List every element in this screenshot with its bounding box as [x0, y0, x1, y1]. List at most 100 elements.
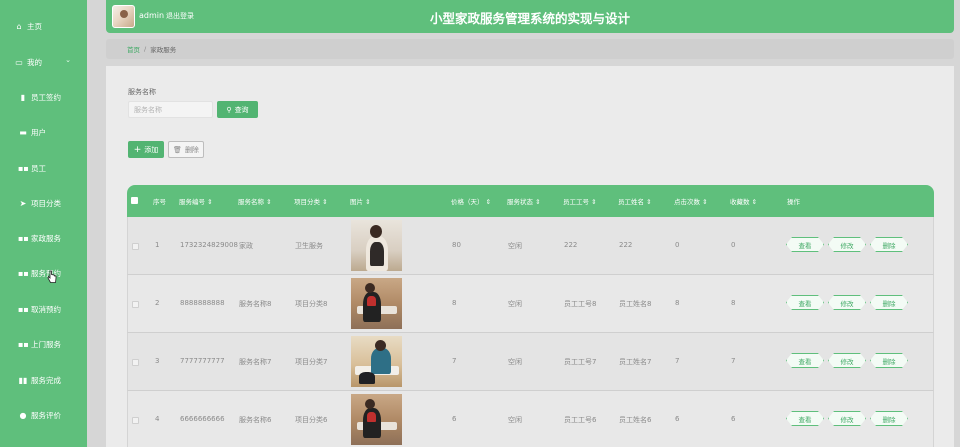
sidebar-item-category[interactable]: ➤ 项目分类: [0, 192, 87, 214]
grid-icon: ▪▪: [18, 233, 29, 243]
cell-price: 8: [452, 299, 457, 307]
search-label: 服务名称: [128, 88, 156, 96]
view-button[interactable]: 查看: [786, 295, 824, 310]
cell-favorites: 6: [731, 415, 736, 423]
cell-emp-no: 员工工号8: [564, 300, 597, 308]
table-row: 1 1732324829008 家政 卫生服务 80 空闲 222 222 0 …: [127, 217, 934, 275]
cell-clicks: 8: [675, 299, 680, 307]
sidebar-item-employees[interactable]: ▪▪ 员工: [0, 157, 87, 179]
breadcrumb-separator: /: [144, 45, 147, 53]
table-header: 序号 服务编号 ⇕ 服务名称 ⇕ 项目分类 ⇕ 图片 ⇕ 价格（天） ⇕ 服务状…: [127, 185, 934, 217]
cell-status: 空闲: [508, 358, 522, 366]
query-button[interactable]: ⚲ 查询: [217, 101, 258, 118]
cell-name: 家政: [239, 242, 253, 250]
cell-favorites: 7: [731, 357, 736, 365]
cell-name: 服务名称7: [239, 358, 272, 366]
cell-emp-name: 222: [619, 241, 633, 249]
cell-clicks: 0: [675, 241, 680, 249]
cell-code: 1732324829008: [180, 241, 238, 249]
cell-emp-name: 员工姓名7: [619, 358, 652, 366]
row-checkbox[interactable]: [132, 301, 139, 308]
cell-clicks: 6: [675, 415, 680, 423]
sidebar-item-review[interactable]: ● 服务评价: [0, 404, 87, 426]
col-index: 序号: [153, 198, 166, 206]
row-delete-button[interactable]: 删除: [870, 353, 908, 368]
cell-name: 服务名称8: [239, 300, 272, 308]
cell-index: 2: [155, 299, 160, 307]
cell-code: 8888888888: [180, 299, 225, 307]
home-icon: ⌂: [16, 21, 22, 31]
row-delete-button[interactable]: 删除: [870, 411, 908, 426]
chevron-down-icon: ⌄: [65, 56, 71, 64]
view-button[interactable]: 查看: [786, 353, 824, 368]
sidebar-item-cancel-booking[interactable]: ▪▪ 取消预约: [0, 298, 87, 320]
edit-button[interactable]: 修改: [828, 237, 866, 252]
row-checkbox[interactable]: [132, 359, 139, 366]
sidebar-item-housekeeping[interactable]: ▪▪ 家政服务: [0, 227, 87, 249]
cell-favorites: 8: [731, 299, 736, 307]
col-status[interactable]: 服务状态 ⇕: [507, 196, 541, 206]
data-table: 序号 服务编号 ⇕ 服务名称 ⇕ 项目分类 ⇕ 图片 ⇕ 价格（天） ⇕ 服务状…: [127, 185, 934, 447]
sidebar-item-booking[interactable]: ▪▪ 服务预约: [0, 262, 87, 284]
service-photo[interactable]: [351, 336, 402, 387]
col-actions: 操作: [787, 198, 800, 206]
cell-price: 7: [452, 357, 457, 365]
sidebar-item-home[interactable]: ⌂ 主页: [0, 15, 87, 37]
top-header: admin 退出登录 小型家政服务管理系统的实现与设计: [106, 0, 954, 33]
col-emp-no[interactable]: 员工工号 ⇕: [563, 196, 597, 206]
service-photo[interactable]: [351, 220, 402, 271]
cell-emp-name: 员工姓名6: [619, 416, 652, 424]
view-button[interactable]: 查看: [786, 411, 824, 426]
cell-emp-no: 222: [564, 241, 578, 249]
search-icon: ⚲: [226, 105, 232, 114]
col-favorites[interactable]: 收藏数 ⇕: [730, 196, 757, 206]
cell-index: 4: [155, 415, 160, 423]
sidebar-item-employee-contract[interactable]: ▮ 员工签约: [0, 86, 87, 108]
row-delete-button[interactable]: 删除: [870, 237, 908, 252]
cell-price: 80: [452, 241, 461, 249]
breadcrumb-home[interactable]: 首页: [127, 44, 140, 54]
page-title: 小型家政服务管理系统的实现与设计: [429, 11, 630, 26]
sidebar-item-users[interactable]: ▬ 用户: [0, 121, 87, 143]
cell-emp-no: 员工工号7: [564, 358, 597, 366]
sidebar-item-completed[interactable]: ▮▮ 服务完成: [0, 369, 87, 391]
add-button[interactable]: + 添加: [128, 141, 164, 158]
cell-code: 7777777777: [180, 357, 225, 365]
col-image[interactable]: 图片 ⇕: [350, 196, 371, 206]
row-delete-button[interactable]: 删除: [870, 295, 908, 310]
col-code[interactable]: 服务编号 ⇕: [179, 196, 213, 206]
cell-category: 项目分类7: [295, 358, 328, 366]
row-checkbox[interactable]: [132, 417, 139, 424]
cell-favorites: 0: [731, 241, 736, 249]
delete-button[interactable]: 🗑 删除: [168, 141, 204, 158]
edit-button[interactable]: 修改: [828, 295, 866, 310]
cell-clicks: 7: [675, 357, 680, 365]
row-checkbox[interactable]: [132, 243, 139, 250]
edit-button[interactable]: 修改: [828, 411, 866, 426]
select-all-checkbox[interactable]: [131, 197, 138, 204]
cell-status: 空闲: [508, 300, 522, 308]
sidebar-item-onsite[interactable]: ▪▪ 上门服务: [0, 333, 87, 355]
table-row: 3 7777777777 服务名称7 项目分类7 7 空闲 员工工号7 员工姓名…: [127, 333, 934, 391]
service-photo[interactable]: [351, 394, 402, 445]
cell-price: 6: [452, 415, 457, 423]
main-panel: 服务名称 ⚲查询 +添加 🗑删除 序号 服务编号 ⇕ 服务名称 ⇕ 项目分类 ⇕…: [106, 66, 954, 447]
grid-icon: ▪▪: [18, 268, 29, 278]
search-input[interactable]: [128, 101, 213, 118]
col-name[interactable]: 服务名称 ⇕: [238, 196, 272, 206]
view-button[interactable]: 查看: [786, 237, 824, 252]
hand-cursor-icon: [47, 270, 57, 283]
col-clicks[interactable]: 点击次数 ⇕: [674, 196, 708, 206]
col-category[interactable]: 项目分类 ⇕: [294, 196, 328, 206]
service-photo[interactable]: [351, 278, 402, 329]
plus-icon: +: [133, 144, 142, 155]
sidebar-item-mine[interactable]: ▭ 我的 ⌄: [0, 51, 87, 73]
cell-category: 项目分类6: [295, 416, 328, 424]
cell-emp-no: 员工工号6: [564, 416, 597, 424]
col-price[interactable]: 价格（天） ⇕: [451, 196, 491, 206]
edit-button[interactable]: 修改: [828, 353, 866, 368]
cell-category: 项目分类8: [295, 300, 328, 308]
breadcrumb-current: 家政服务: [150, 46, 177, 54]
col-emp-name[interactable]: 员工姓名 ⇕: [618, 196, 652, 206]
clipboard-icon: ▮: [20, 92, 26, 102]
